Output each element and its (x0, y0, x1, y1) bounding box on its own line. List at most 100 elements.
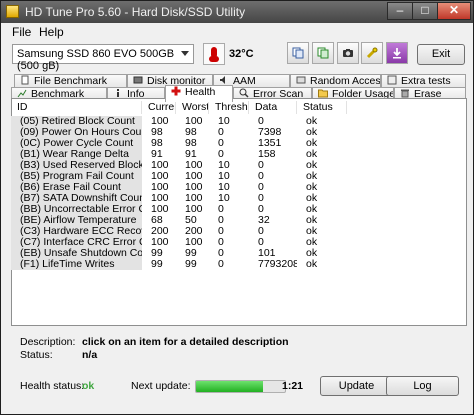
table-row[interactable]: (BB) Uncorrectable Error Cou... 100 100 0 0 o… (11, 204, 451, 215)
exit-button[interactable]: Exit (417, 44, 465, 65)
cell-status-value: ok (306, 237, 318, 248)
table-row[interactable]: (C7) Interface CRC Error Count 100 100 0 0 ok (11, 237, 451, 248)
cell-current-value: 100 (151, 160, 169, 171)
tab-health[interactable]: Health (165, 85, 233, 102)
cell-current-value: 100 (151, 204, 169, 215)
save-button[interactable] (312, 42, 334, 64)
screenshot-button[interactable] (337, 42, 359, 64)
screenshot-icon (343, 49, 353, 57)
next-update-label: Next update: (131, 380, 191, 392)
drive-select-value: Samsung SSD 860 EVO 500GB (500 gB) (17, 48, 175, 72)
trash-icon (401, 89, 409, 98)
cell-threshold-value: 10 (218, 171, 230, 182)
info-icon (117, 89, 119, 97)
error-scan-icon (239, 88, 249, 98)
cell-threshold-value: 0 (218, 204, 224, 215)
cell-status-value: ok (306, 204, 318, 215)
tab-label: AAM (233, 75, 256, 87)
download-button[interactable] (386, 42, 408, 64)
cell-worst-value: 98 (185, 138, 197, 149)
cell-threshold-value: 0 (218, 259, 224, 270)
maximize-button[interactable]: □ (412, 2, 438, 20)
cell-status-value: ok (306, 127, 318, 138)
cell-attribute-name: (0C) Power Cycle Count (11, 138, 142, 149)
cell-attribute-name: (B7) SATA Downshift Count (11, 193, 142, 204)
table-row[interactable]: (05) Retired Block Count 100 100 10 0 ok (11, 116, 451, 127)
cell-threshold-value: 10 (218, 182, 230, 193)
cell-worst-value: 99 (185, 259, 197, 270)
download-icon (393, 48, 401, 59)
cell-worst-value: 50 (185, 215, 197, 226)
next-update-time: 1:21 (282, 380, 304, 392)
table-row[interactable]: (B1) Wear Range Delta 91 91 0 158 ok (11, 149, 451, 160)
menu-file[interactable]: File (12, 25, 31, 39)
title-bar[interactable]: HD Tune Pro 5.60 - Hard Disk/SSD Utility… (1, 1, 473, 23)
cell-current-value: 99 (151, 248, 163, 259)
cell-worst-value: 99 (185, 248, 197, 259)
cell-current-value: 100 (151, 237, 169, 248)
column-header-threshold[interactable]: Thresh... (209, 101, 249, 114)
cell-worst-value: 100 (185, 171, 203, 182)
table-row[interactable]: (EB) Unsafe Shutdown Count 99 99 0 101 ok (11, 248, 451, 259)
minimize-button[interactable]: – (387, 2, 413, 20)
cell-worst-value: 100 (185, 193, 203, 204)
update-button[interactable]: Update (320, 376, 393, 396)
benchmark-icon (17, 89, 27, 98)
cell-attribute-name: (EB) Unsafe Shutdown Count (11, 248, 142, 259)
copy-button[interactable] (287, 42, 309, 64)
cell-attribute-name: (B3) Used Reserved Block C... (11, 160, 142, 171)
drive-select[interactable]: Samsung SSD 860 EVO 500GB (500 gB) (12, 44, 194, 72)
cell-attribute-name: (B5) Program Fail Count (11, 171, 142, 182)
menu-help[interactable]: Help (39, 25, 64, 39)
cell-status-value: ok (306, 171, 318, 182)
cell-attribute-name: (C7) Interface CRC Error Count (11, 237, 142, 248)
tab-label: Extra tests (401, 75, 451, 87)
options-button[interactable] (361, 42, 383, 64)
cell-attribute-name: (09) Power On Hours Count (11, 127, 142, 138)
cell-status-value: ok (306, 259, 318, 270)
random-access-icon (296, 76, 306, 84)
cell-raw-data: 101 (258, 248, 276, 259)
details-section: Description: click on an item for a deta… (11, 332, 467, 408)
cell-worst-value: 200 (185, 226, 203, 237)
table-row[interactable]: (F1) LifeTime Writes 99 99 0 77932084... ok (11, 259, 451, 270)
table-row[interactable]: (B6) Erase Fail Count 100 100 10 0 ok (11, 182, 451, 193)
table-row[interactable]: (BE) Airflow Temperature 68 50 0 32 ok (11, 215, 451, 226)
tab-label: Health (185, 86, 216, 98)
main-window: HD Tune Pro 5.60 - Hard Disk/SSD Utility… (0, 0, 474, 415)
cell-worst-value: 100 (185, 182, 203, 193)
table-row[interactable]: (C3) Hardware ECC Recover... 200 200 0 0 ok (11, 226, 451, 237)
cell-status-value: ok (306, 160, 318, 171)
cell-threshold-value: 0 (218, 226, 224, 237)
health-status-label: Health status: (20, 380, 85, 392)
table-row[interactable]: (B3) Used Reserved Block C...100100100ok (11, 160, 451, 171)
close-button[interactable]: ✕ (437, 2, 471, 20)
cell-raw-data: 0 (258, 182, 264, 193)
cell-raw-data: 0 (258, 116, 264, 127)
table-row[interactable]: (B5) Program Fail Count 100 100 10 0 ok (11, 171, 451, 182)
column-header-status[interactable]: Status (297, 101, 347, 114)
file-icon (21, 75, 29, 85)
table-row[interactable]: (0C) Power Cycle Count 98 98 0 1351 ok (11, 138, 451, 149)
save-icon (317, 47, 329, 59)
column-header-current[interactable]: Current (142, 101, 176, 114)
cell-raw-data: 7398 (258, 127, 282, 138)
cell-current-value: 98 (151, 138, 163, 149)
cell-threshold-value: 0 (218, 149, 224, 160)
cell-attribute-name: (BE) Airflow Temperature (11, 215, 142, 226)
health-status-value: ok (82, 380, 95, 392)
cell-worst-value: 100 (185, 204, 203, 215)
column-header-id[interactable]: ID (11, 101, 142, 114)
column-header-data[interactable]: Data (249, 101, 297, 114)
cell-current-value: 98 (151, 127, 163, 138)
cell-attribute-name: (05) Retired Block Count (11, 116, 142, 127)
log-button[interactable]: Log (386, 376, 459, 396)
description-text: click on an item for a detailed descript… (82, 336, 289, 348)
table-row[interactable]: (09) Power On Hours Count 98 98 0 7398 ok (11, 127, 451, 138)
tab-label: Random Access (310, 75, 381, 87)
cell-current-value: 100 (151, 171, 169, 182)
cell-status-value: ok (306, 182, 318, 193)
column-header-worst[interactable]: Worst (176, 101, 209, 114)
table-row[interactable]: (B7) SATA Downshift Count 100 100 10 0 ok (11, 193, 451, 204)
health-cross-icon (171, 86, 181, 96)
